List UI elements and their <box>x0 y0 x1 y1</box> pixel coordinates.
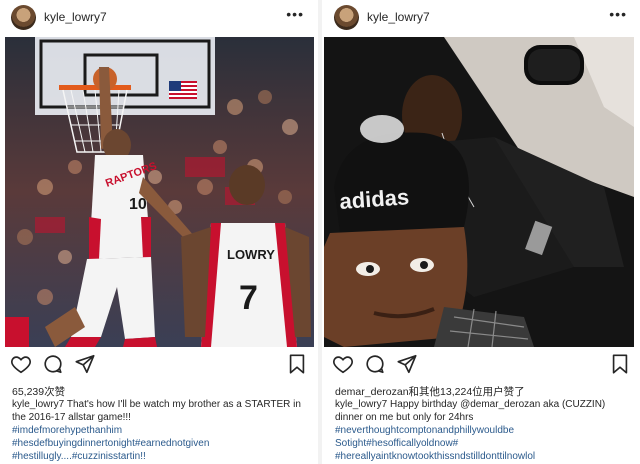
hashtag[interactable]: #hestillugly....#cuzzinisstartin!! <box>12 450 312 463</box>
more-icon[interactable]: ••• <box>609 6 627 22</box>
hashtag[interactable]: #neverthoughtcomptonandphillywouldbe <box>335 424 635 437</box>
share-icon[interactable] <box>396 353 418 375</box>
post-divider <box>318 0 322 464</box>
post-photo[interactable]: RAPTORS 10 LOWRY 7 <box>5 37 314 347</box>
heart-icon[interactable] <box>10 353 32 375</box>
hashtag[interactable]: Sotight#hesofficallyoldnow# <box>335 437 635 450</box>
heart-icon[interactable] <box>332 353 354 375</box>
post-caption: kyle_lowry7 That's how I'll be watch my … <box>12 398 312 463</box>
screenshot: kyle_lowry7 ••• RAPTORS 10 LOWRY 7 65,23… <box>0 0 640 464</box>
airplane-selfie-photo: adidas <box>324 37 634 347</box>
hashtag[interactable]: #imdefmorehypethanhim <box>12 424 312 437</box>
post-header: kyle_lowry7 ••• <box>323 0 639 36</box>
basketball-photo: RAPTORS 10 LOWRY 7 <box>5 37 314 347</box>
jersey-right-text: LOWRY <box>227 247 275 262</box>
avatar[interactable] <box>11 5 36 30</box>
likes-count[interactable]: demar_derozan和其他13,224位用户赞了 <box>335 384 525 399</box>
comment-icon[interactable] <box>364 353 386 375</box>
jersey-right-number: 7 <box>239 279 258 317</box>
bookmark-icon[interactable] <box>286 353 308 375</box>
hat-text: adidas <box>339 184 410 214</box>
hashtag[interactable]: #hereallyaintknowtookthissndstilldonttil… <box>335 450 635 463</box>
instagram-post-left: kyle_lowry7 ••• RAPTORS 10 LOWRY 7 65,23… <box>0 0 316 464</box>
more-icon[interactable]: ••• <box>286 6 304 22</box>
post-header: kyle_lowry7 ••• <box>0 0 316 36</box>
avatar[interactable] <box>334 5 359 30</box>
share-icon[interactable] <box>74 353 96 375</box>
bookmark-icon[interactable] <box>609 353 631 375</box>
post-caption: kyle_lowry7 Happy birthday @demar_deroza… <box>335 398 635 463</box>
jersey-left-number: 10 <box>129 196 147 213</box>
username[interactable]: kyle_lowry7 <box>44 10 107 24</box>
caption-username[interactable]: kyle_lowry7 <box>335 399 387 410</box>
username[interactable]: kyle_lowry7 <box>367 10 430 24</box>
hashtag[interactable]: #hesdefbuyingdinnertonight#earnednotgive… <box>12 437 312 450</box>
likes-count[interactable]: 65,239次赞 <box>12 384 65 399</box>
post-actions <box>0 353 316 379</box>
post-photo[interactable]: adidas <box>324 37 634 347</box>
post-actions <box>323 353 639 379</box>
caption-username[interactable]: kyle_lowry7 <box>12 399 64 410</box>
instagram-post-right: kyle_lowry7 ••• adidas demar_derozan和其他1… <box>323 0 639 464</box>
comment-icon[interactable] <box>42 353 64 375</box>
